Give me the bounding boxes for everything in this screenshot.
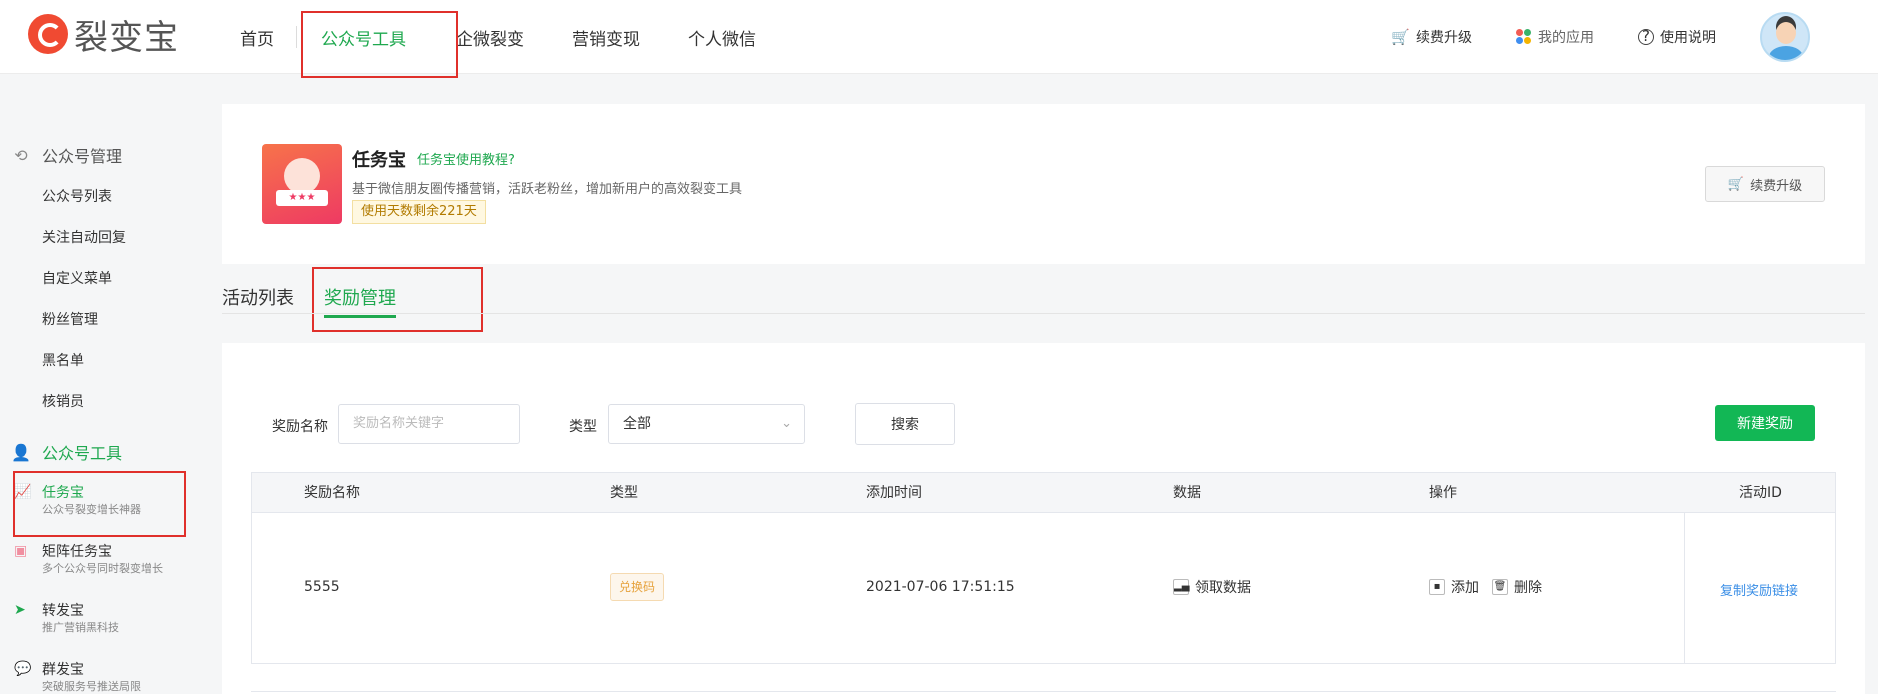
sidebar-tool-subtitle: 突破服务号推送局限 <box>42 680 141 693</box>
header-my-apps-link[interactable]: 我的应用 <box>1516 27 1594 47</box>
row-added-time: 2021-07-06 17:51:15 <box>866 579 1015 595</box>
add-label: 添加 <box>1451 580 1479 596</box>
cart-icon: 🛒 <box>1727 176 1745 192</box>
sidebar-group-label: 公众号工具 <box>42 444 123 463</box>
sidebar-item-fans[interactable]: 粉丝管理 <box>42 309 98 329</box>
message-icon: 💬 <box>14 661 32 677</box>
sidebar-item-custom-menu[interactable]: 自定义菜单 <box>42 268 112 288</box>
nav-home[interactable]: 首页 <box>240 25 274 50</box>
nav-divider <box>296 26 297 48</box>
delete-button[interactable]: 🗑 删除 <box>1492 577 1542 597</box>
renew-button[interactable]: 🛒 续费升级 <box>1705 166 1825 202</box>
type-select[interactable]: 全部 ⌄ <box>608 404 805 444</box>
header-actions: 🛒 续费升级 我的应用 ? 使用说明 <box>1391 0 1878 74</box>
sidebar: ⟲ 公众号管理 公众号列表 关注自动回复 自定义菜单 粉丝管理 黑名单 核销员 … <box>0 74 200 694</box>
brand-name: 裂变宝 <box>74 17 179 58</box>
copy-reward-link[interactable]: 复制奖励链接 <box>1720 580 1798 599</box>
sidebar-tool-matrix[interactable]: ▣ 矩阵任务宝 多个公众号同时裂变增长 <box>14 543 163 577</box>
tutorial-link[interactable]: 任务宝使用教程? <box>417 149 515 168</box>
sidebar-group-mp-tools[interactable]: 👤 公众号工具 <box>11 440 123 464</box>
header-renew-link[interactable]: 🛒 续费升级 <box>1391 27 1472 47</box>
sidebar-tool-subtitle: 多个公众号同时裂变增长 <box>42 562 163 575</box>
column-divider <box>1684 513 1685 664</box>
sidebar-tool-title: 群发宝 <box>42 662 84 678</box>
header-my-apps-label: 我的应用 <box>1538 30 1594 46</box>
col-header-data: 数据 <box>1173 485 1201 501</box>
user-icon: 👤 <box>11 442 31 462</box>
row-type-tag: 兑换码 <box>610 573 665 601</box>
sidebar-tool-task[interactable]: 📈 任务宝 公众号裂变增长神器 <box>14 484 141 518</box>
refresh-icon: ⟲ <box>14 145 28 165</box>
sidebar-group-mp-management[interactable]: ⟲ 公众号管理 <box>12 143 122 167</box>
reward-name-input[interactable]: 奖励名称关键字 <box>338 404 520 444</box>
renew-button-label: 续费升级 <box>1750 178 1803 194</box>
sidebar-tool-subtitle: 公众号裂变增长神器 <box>42 503 141 516</box>
nav-wecom-fission[interactable]: 企微裂变 <box>456 25 524 50</box>
apps-icon <box>1516 29 1532 45</box>
cart-icon: 🛒 <box>1391 28 1410 46</box>
col-header-name: 奖励名称 <box>304 485 360 501</box>
bar-chart-icon: ▂▄ <box>1173 579 1189 595</box>
search-button[interactable]: 搜索 <box>855 403 955 445</box>
new-reward-button[interactable]: 新建奖励 <box>1715 405 1815 441</box>
sidebar-item-blacklist[interactable]: 黑名单 <box>42 350 84 370</box>
tab-bar: 活动列表 奖励管理 <box>222 284 1865 318</box>
sidebar-tool-subtitle: 推广营销黑科技 <box>42 621 119 634</box>
add-icon: ▪ <box>1429 579 1445 595</box>
trash-icon: 🗑 <box>1492 579 1508 595</box>
header-help-label: 使用说明 <box>1660 30 1716 46</box>
col-header-added: 添加时间 <box>866 485 922 501</box>
sidebar-item-mp-list[interactable]: 公众号列表 <box>42 186 112 206</box>
delete-label: 删除 <box>1514 580 1542 596</box>
sidebar-item-auto-reply[interactable]: 关注自动回复 <box>42 227 126 247</box>
sidebar-group-label: 公众号管理 <box>42 147 123 166</box>
matrix-icon: ▣ <box>14 543 28 559</box>
sidebar-tool-forward[interactable]: ➤ 转发宝 推广营销黑科技 <box>14 602 119 636</box>
type-label: 类型 <box>569 419 597 435</box>
sidebar-tool-title: 任务宝 <box>42 485 84 501</box>
send-icon: ➤ <box>14 602 26 618</box>
col-header-activity-id: 活动ID <box>1739 485 1782 501</box>
sidebar-tool-title: 转发宝 <box>42 603 84 619</box>
claim-data-label: 领取数据 <box>1195 580 1251 596</box>
add-button[interactable]: ▪ 添加 <box>1429 577 1479 597</box>
type-select-value: 全部 <box>623 416 651 432</box>
reward-panel: 奖励名称 奖励名称关键字 类型 全部 ⌄ 搜索 新建奖励 奖励名称 类型 添加时… <box>222 343 1865 694</box>
col-header-ops: 操作 <box>1429 485 1457 501</box>
annotation-box-nav <box>301 11 458 78</box>
table-header: 奖励名称 类型 添加时间 数据 操作 活动ID <box>252 473 1835 513</box>
top-header: 裂变宝 首页 公众号工具 企微裂变 营销变现 个人微信 🛒 续费升级 我的应用 … <box>0 0 1878 74</box>
app-description: 基于微信朋友圈传播营销，活跃老粉丝，增加新用户的高效裂变工具 <box>352 182 743 197</box>
avatar[interactable] <box>1760 12 1810 62</box>
task-app-icon: ★★★ <box>262 144 342 224</box>
col-header-type: 类型 <box>610 485 638 501</box>
help-icon: ? <box>1638 29 1654 45</box>
brand-logo[interactable]: 裂变宝 <box>28 14 179 58</box>
reward-name-label: 奖励名称 <box>272 419 328 435</box>
tab-reward-management[interactable]: 奖励管理 <box>324 284 396 318</box>
app-info-card: ★★★ 任务宝 任务宝使用教程? 基于微信朋友圈传播营销，活跃老粉丝，增加新用户… <box>222 104 1865 264</box>
claim-data-button[interactable]: ▂▄ 领取数据 <box>1173 577 1251 597</box>
tab-activity-list[interactable]: 活动列表 <box>222 284 294 310</box>
sidebar-tool-title: 矩阵任务宝 <box>42 544 112 560</box>
header-renew-label: 续费升级 <box>1416 30 1472 46</box>
sidebar-tool-mass[interactable]: 💬 群发宝 突破服务号推送局限 <box>14 661 141 694</box>
chart-icon: 📈 <box>14 484 32 500</box>
header-help-link[interactable]: ? 使用说明 <box>1638 27 1716 47</box>
nav-marketing[interactable]: 营销变现 <box>572 25 640 50</box>
reward-table: 奖励名称 类型 添加时间 数据 操作 活动ID 5555 兑换码 2021-07… <box>251 472 1836 664</box>
chevron-down-icon: ⌄ <box>781 416 792 431</box>
row-reward-name: 5555 <box>304 579 340 595</box>
sidebar-item-verifier[interactable]: 核销员 <box>42 391 84 411</box>
days-left-badge: 使用天数剩余221天 <box>352 200 486 224</box>
app-title: 任务宝 <box>352 150 406 171</box>
nav-personal-wechat[interactable]: 个人微信 <box>688 25 756 50</box>
logo-mark-icon <box>28 14 68 54</box>
